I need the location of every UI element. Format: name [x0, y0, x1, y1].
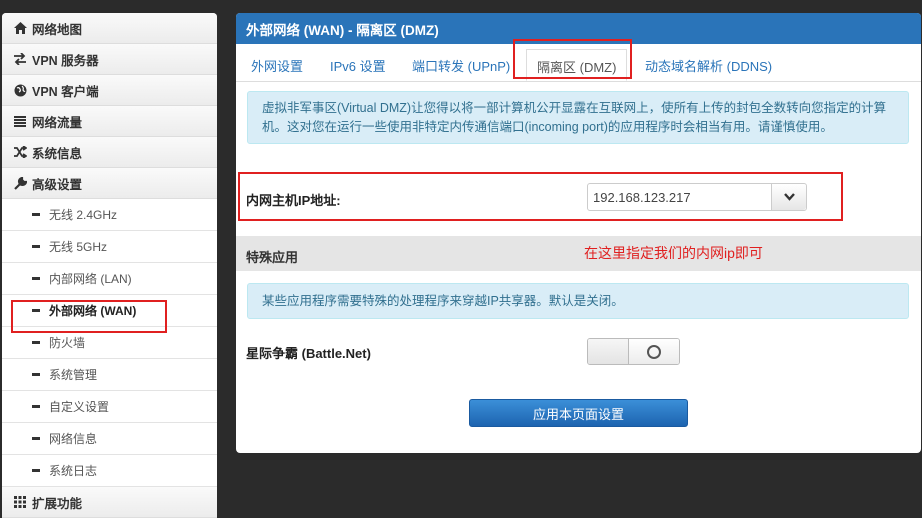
- main-panel: 外部网络 (WAN) - 隔离区 (DMZ) 外网设置 IPv6 设置 端口转发…: [236, 13, 921, 453]
- special-apps-info-text: 某些应用程序需要特殊的处理程序来穿越IP共享器。默认是关闭。: [262, 294, 624, 308]
- special-apps-header: 特殊应用 在这里指定我们的内网ip即可: [236, 236, 921, 271]
- apply-button[interactable]: 应用本页面设置: [469, 399, 688, 427]
- sidebar-item-label: 系统信息: [32, 146, 83, 161]
- sidebar-item-network-map[interactable]: 网络地图: [2, 13, 217, 44]
- annotation-text: 在这里指定我们的内网ip即可: [584, 245, 763, 261]
- tab-port-forward[interactable]: 端口转发 (UPnP): [412, 56, 510, 75]
- sidebar-item-label: VPN 客户端: [32, 84, 99, 99]
- home-icon: [13, 22, 27, 34]
- sidebar-item-vpn-server[interactable]: VPN 服务器: [2, 44, 217, 75]
- dash-icon: [32, 277, 40, 280]
- battlenet-label: 星际争霸 (Battle.Net): [246, 346, 371, 361]
- chevron-down-icon: [783, 193, 795, 201]
- host-ip-label: 内网主机IP地址:: [246, 193, 341, 208]
- sidebar-sub-lan[interactable]: 内部网络 (LAN): [2, 263, 217, 295]
- dash-icon: [32, 437, 40, 440]
- sidebar-sub-syslog[interactable]: 系统日志: [2, 455, 217, 487]
- sidebar-item-vpn-client[interactable]: VPN 客户端: [2, 75, 217, 106]
- sidebar-sub-label: 外部网络 (WAN): [49, 304, 137, 318]
- dmz-info-box: 虚拟非军事区(Virtual DMZ)让您得以将一部计算机公开显露在互联网上，使…: [247, 91, 909, 144]
- sidebar-sub-label: 自定义设置: [49, 400, 110, 414]
- tab-bar: 外网设置 IPv6 设置 端口转发 (UPnP) 隔离区 (DMZ) 动态域名解…: [236, 44, 921, 82]
- tab-ddns[interactable]: 动态域名解析 (DDNS): [645, 56, 772, 75]
- shuffle-icon: [13, 146, 27, 158]
- sidebar-item-extensions[interactable]: 扩展功能: [2, 487, 217, 518]
- sidebar-sub-label: 无线 5GHz: [49, 240, 108, 254]
- dash-icon: [32, 245, 40, 248]
- dash-icon: [32, 213, 40, 216]
- toggle-knob: [629, 339, 679, 364]
- host-ip-input[interactable]: [588, 184, 771, 210]
- sidebar-sub-label: 系统管理: [49, 368, 98, 382]
- sidebar-item-label: 网络地图: [32, 22, 83, 37]
- dash-icon: [32, 309, 40, 312]
- sidebar-item-label: 扩展功能: [32, 496, 83, 511]
- sidebar-item-label: 网络流量: [32, 115, 83, 130]
- list-icon: [13, 115, 27, 127]
- off-circle-icon: [647, 344, 661, 359]
- dash-icon: [32, 373, 40, 376]
- sidebar-sub-wan[interactable]: 外部网络 (WAN): [2, 295, 217, 327]
- sidebar-item-label: 高级设置: [32, 177, 83, 192]
- sidebar-sub-wireless-5[interactable]: 无线 5GHz: [2, 231, 217, 263]
- host-ip-dropdown-button[interactable]: [771, 184, 806, 210]
- sidebar-sub-label: 系统日志: [49, 464, 98, 478]
- sidebar-sub-label: 网络信息: [49, 432, 98, 446]
- globe-icon: [13, 84, 27, 97]
- sidebar-item-traffic[interactable]: 网络流量: [2, 106, 217, 137]
- sidebar-sub-admin[interactable]: 系统管理: [2, 359, 217, 391]
- tab-wan-settings[interactable]: 外网设置: [251, 56, 303, 75]
- sidebar-sub-firewall[interactable]: 防火墙: [2, 327, 217, 359]
- sidebar-sub-label: 无线 2.4GHz: [49, 208, 118, 222]
- battlenet-toggle[interactable]: [587, 338, 680, 365]
- wrench-icon: [13, 176, 27, 190]
- dash-icon: [32, 341, 40, 344]
- special-apps-title: 特殊应用: [246, 250, 299, 265]
- sidebar-item-advanced[interactable]: 高级设置: [2, 168, 217, 199]
- dash-icon: [32, 405, 40, 408]
- sidebar-sub-label: 防火墙: [49, 336, 86, 350]
- host-ip-field: [587, 183, 807, 211]
- dash-icon: [32, 469, 40, 472]
- tab-dmz[interactable]: 隔离区 (DMZ): [526, 49, 628, 81]
- special-apps-info-box: 某些应用程序需要特殊的处理程序来穿越IP共享器。默认是关闭。: [247, 283, 909, 319]
- sidebar-item-system-info[interactable]: 系统信息: [2, 137, 217, 168]
- toggle-track: [588, 339, 629, 364]
- sidebar-sub-custom[interactable]: 自定义设置: [2, 391, 217, 423]
- sidebar-sub-wireless-24[interactable]: 无线 2.4GHz: [2, 199, 217, 231]
- dmz-info-text: 虚拟非军事区(Virtual DMZ)让您得以将一部计算机公开显露在互联网上，使…: [262, 101, 887, 134]
- tab-ipv6[interactable]: IPv6 设置: [330, 56, 386, 75]
- sidebar-sub-label: 内部网络 (LAN): [49, 272, 132, 286]
- vpn-server-icon: [13, 53, 27, 65]
- sidebar: 网络地图 VPN 服务器 VPN 客户端 网络流量 系统信息 高级设置 无线 2…: [2, 13, 217, 518]
- sidebar-item-label: VPN 服务器: [32, 53, 99, 68]
- sidebar-sub-network-info[interactable]: 网络信息: [2, 423, 217, 455]
- panel-title: 外部网络 (WAN) - 隔离区 (DMZ): [236, 13, 921, 44]
- grid-icon: [13, 496, 27, 508]
